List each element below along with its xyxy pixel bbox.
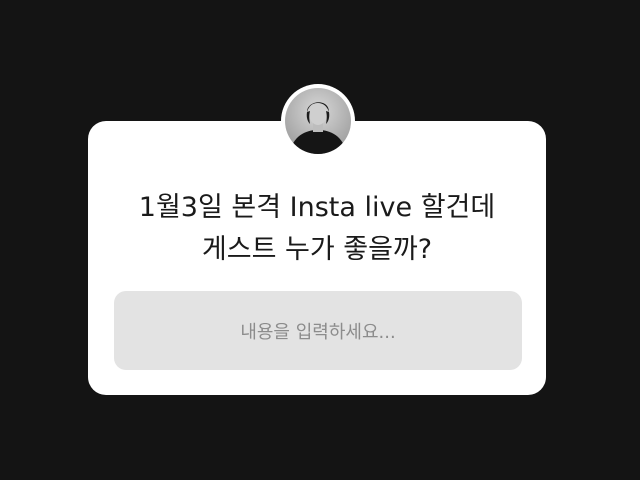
question-line-1: 1월3일 본격 Insta live 할건데 <box>138 192 496 223</box>
question-line-2: 게스트 누가 좋을까? <box>201 234 433 265</box>
question-text: 1월3일 본격 Insta live 할건데 게스트 누가 좋을까? <box>88 187 546 271</box>
question-sticker: 1월3일 본격 Insta live 할건데 게스트 누가 좋을까? 내용을 입… <box>88 121 546 395</box>
answer-placeholder: 내용을 입력하세요... <box>240 321 396 343</box>
answer-input[interactable]: 내용을 입력하세요... <box>114 291 522 370</box>
avatar <box>281 84 355 158</box>
story-screen: 1월3일 본격 Insta live 할건데 게스트 누가 좋을까? 내용을 입… <box>0 0 640 480</box>
profile-photo-icon <box>285 88 351 154</box>
